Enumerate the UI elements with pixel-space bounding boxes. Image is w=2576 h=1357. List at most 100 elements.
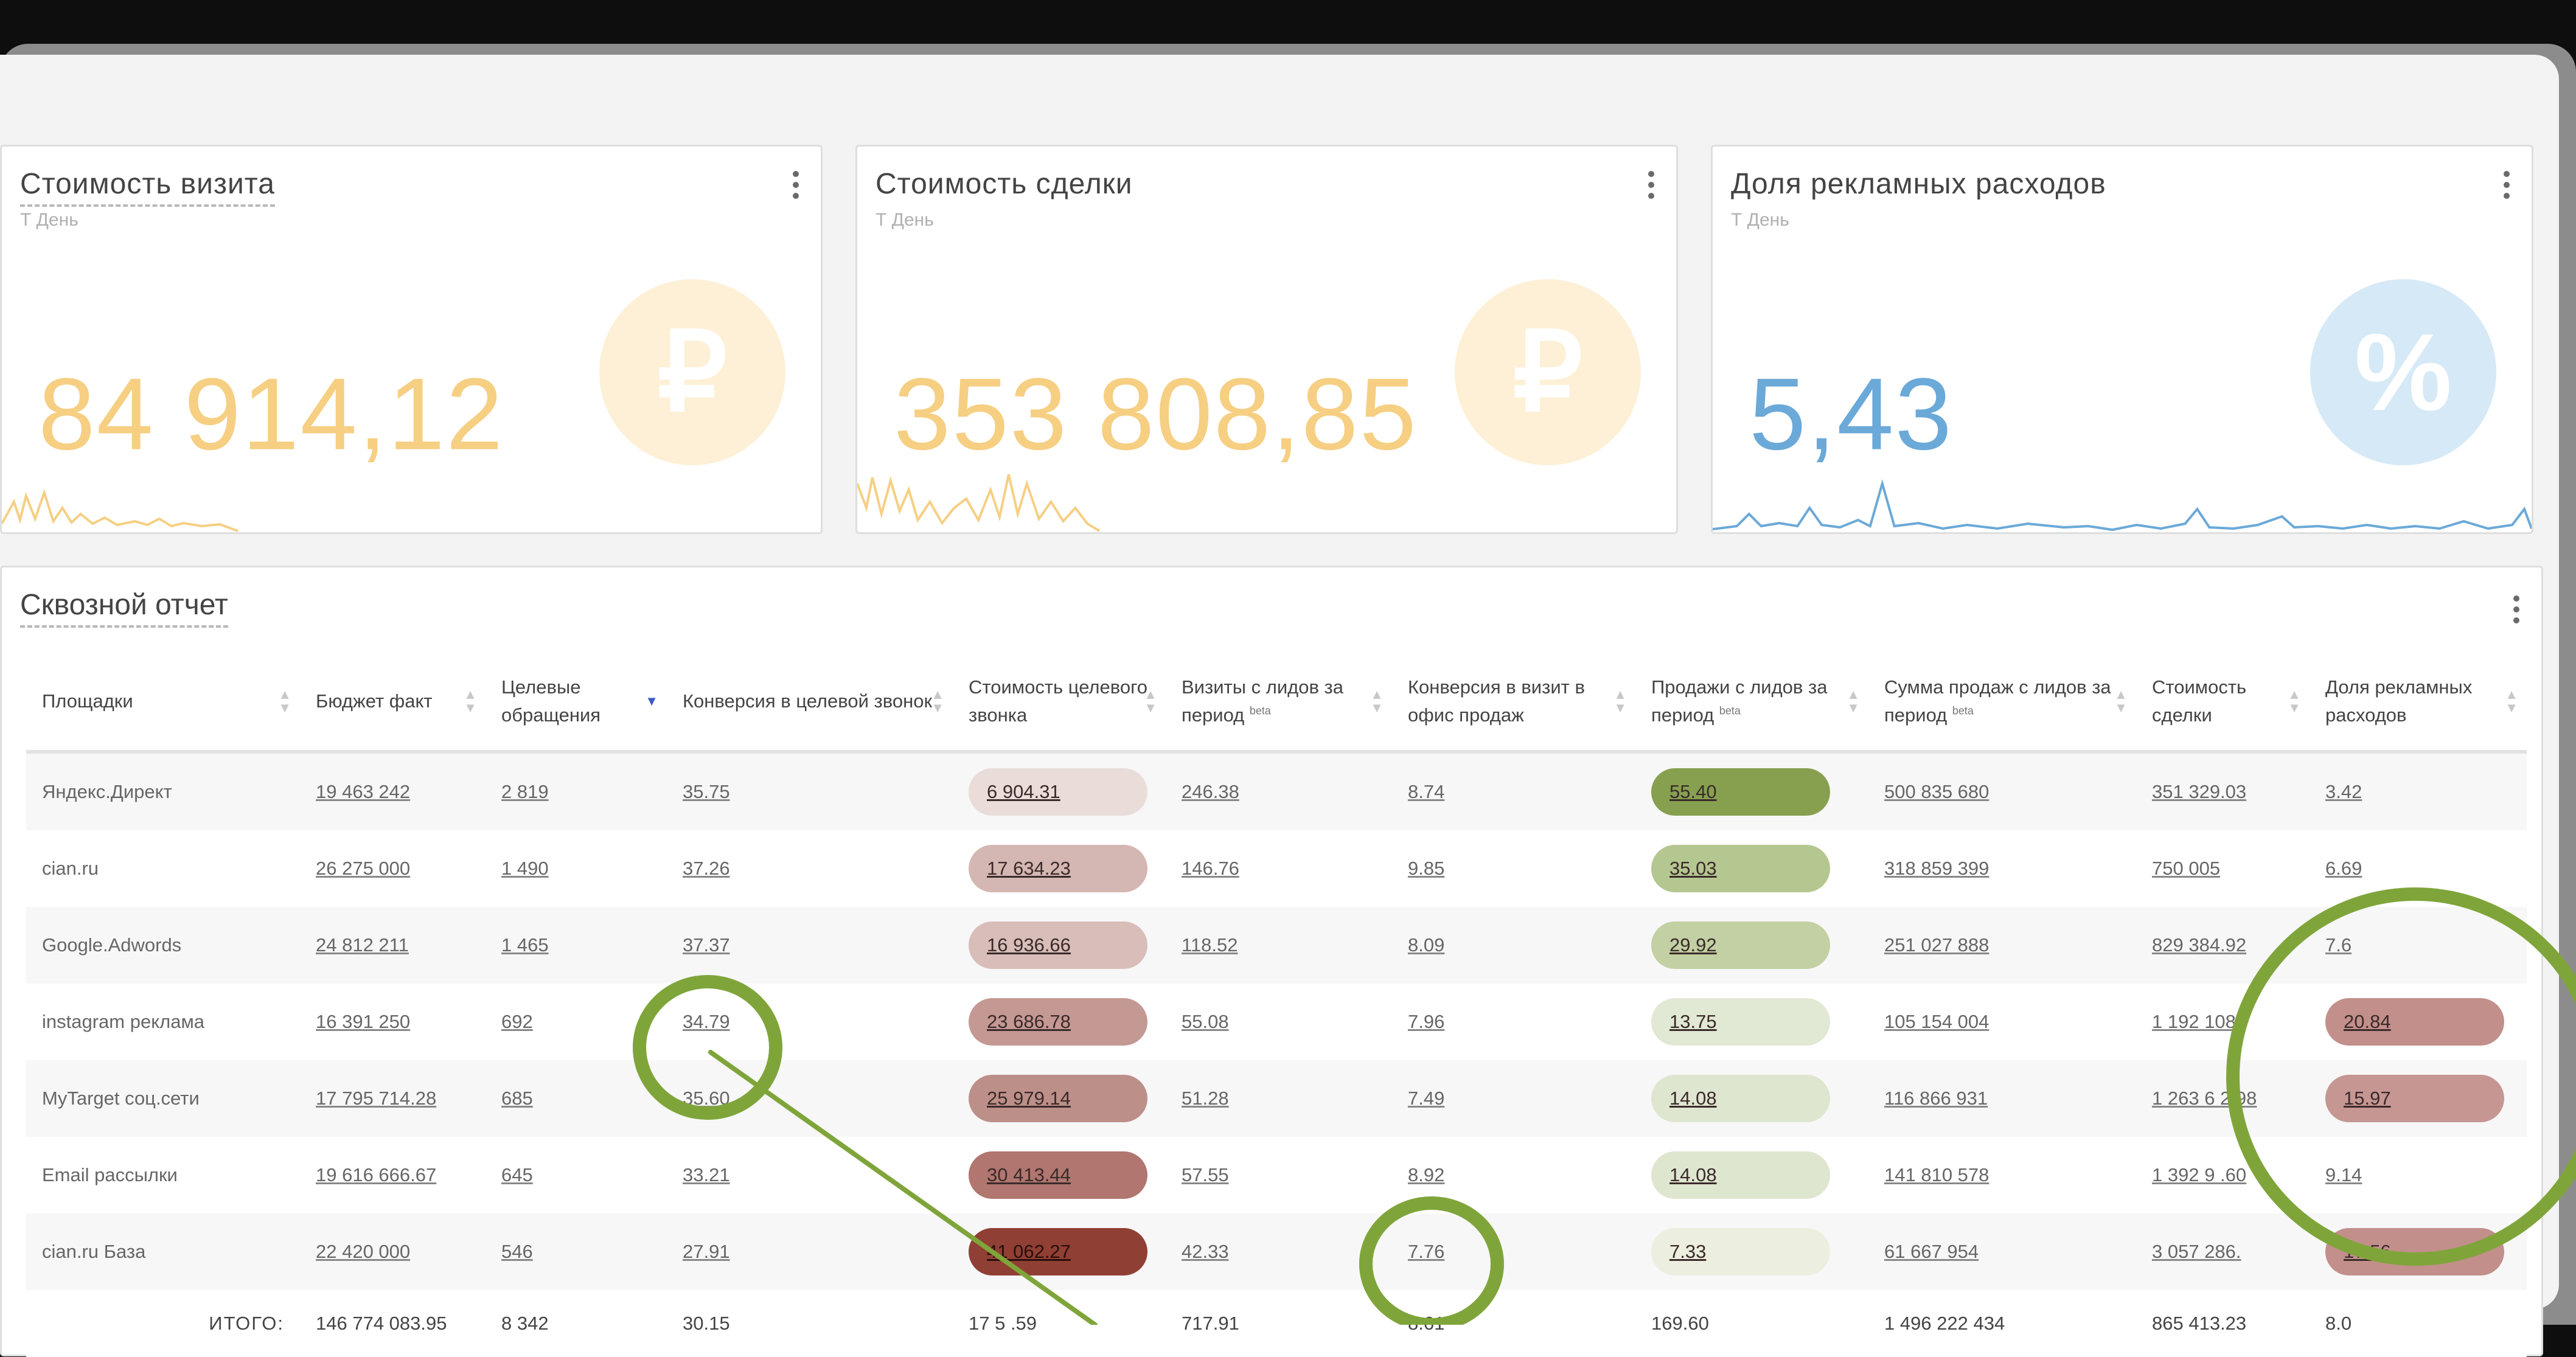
heat-pill[interactable]: 13.75 <box>1651 998 1830 1046</box>
card-title[interactable]: Доля рекламных расходов <box>1731 167 2106 201</box>
cell-sales[interactable]: 7.33 <box>1635 1213 1868 1290</box>
cell-revenue[interactable]: 105 154 004 <box>1868 984 2136 1060</box>
card-menu-icon[interactable] <box>793 171 799 199</box>
cell-sales[interactable]: 13.75 <box>1635 984 1868 1060</box>
heat-pill[interactable]: 29.92 <box>1651 921 1830 969</box>
cell-budget[interactable]: 16 391 250 <box>300 984 486 1060</box>
cell-conv-call[interactable]: 33.21 <box>667 1137 953 1213</box>
period-filter[interactable]: Т День <box>875 210 934 231</box>
cell-conv-call[interactable]: 37.37 <box>667 907 953 984</box>
cell-leads[interactable]: 645 <box>486 1137 667 1213</box>
heat-pill[interactable]: 14.08 <box>1651 1075 1830 1122</box>
cell-revenue[interactable]: 318 859 399 <box>1868 830 2136 907</box>
cell-revenue[interactable]: 251 027 888 <box>1868 907 2136 984</box>
column-header[interactable]: Продажи с лидов за период beta ▲ ▼ <box>1635 653 1868 754</box>
cell-deal-cost[interactable]: 829 384.92 <box>2136 907 2310 984</box>
report-menu-icon[interactable] <box>2513 595 2519 623</box>
table-row[interactable]: cian.ru База 22 420 000 546 27.91 41 062.27 4… <box>26 1213 2527 1290</box>
cell-conv-visit[interactable]: 7.96 <box>1392 984 1635 1060</box>
column-header[interactable]: Сумма продаж с лидов за период beta ▲ ▼ <box>1868 653 2136 754</box>
heat-pill[interactable]: 15.97 <box>2325 1075 2504 1122</box>
table-row[interactable]: Email рассылки 19 616 666.67 645 33.21 30 41… <box>26 1137 2527 1213</box>
cell-revenue[interactable]: 61 667 954 <box>1868 1213 2136 1290</box>
cell-deal-cost[interactable]: 1 263 6 2.98 <box>2136 1060 2310 1137</box>
cell-conv-call[interactable]: 27.91 <box>667 1213 953 1290</box>
cell-visits[interactable]: 246.38 <box>1166 752 1392 830</box>
cell-visits[interactable]: 57.55 <box>1166 1137 1392 1213</box>
cell-visits[interactable]: 146.76 <box>1166 830 1392 907</box>
cell-conv-visit[interactable]: 8.09 <box>1392 907 1635 984</box>
cell-visits[interactable]: 55.08 <box>1166 984 1392 1060</box>
cell-ad-share[interactable]: 3.42 <box>2310 752 2527 830</box>
cell-leads[interactable]: 685 <box>486 1060 667 1137</box>
cell-conv-call[interactable]: 37.26 <box>667 830 953 907</box>
cell-leads[interactable]: 1 490 <box>486 830 667 907</box>
column-header[interactable]: Площадки ▲ ▼ <box>26 653 300 754</box>
cell-ad-share[interactable]: 6.69 <box>2310 830 2527 907</box>
cell-conv-visit[interactable]: 7.76 <box>1392 1213 1635 1290</box>
heat-pill[interactable]: 25 979.14 <box>969 1075 1147 1122</box>
cell-visits[interactable]: 118.52 <box>1166 907 1392 984</box>
cell-sales[interactable]: 14.08 <box>1635 1137 1868 1213</box>
heat-pill[interactable]: 16 936.66 <box>969 921 1147 969</box>
card-menu-icon[interactable] <box>2504 171 2510 199</box>
cell-revenue[interactable]: 500 835 680 <box>1868 752 2136 830</box>
period-filter[interactable]: Т День <box>20 210 78 231</box>
cell-budget[interactable]: 24 812 211 <box>300 907 486 984</box>
column-header[interactable]: Конверсия в целевой звонок ▲ ▼ <box>667 653 953 754</box>
cell-call-cost[interactable]: 41 062.27 <box>953 1213 1166 1290</box>
heat-pill[interactable]: 30 413.44 <box>969 1151 1147 1199</box>
cell-conv-call[interactable]: 34.79 <box>667 984 953 1060</box>
cell-sales[interactable]: 29.92 <box>1635 907 1868 984</box>
heat-pill[interactable]: 17.56 <box>2325 1228 2504 1275</box>
column-header[interactable]: Целевые обращения ▼ <box>486 653 667 754</box>
cell-ad-share[interactable]: 17.56 <box>2310 1213 2527 1290</box>
cell-budget[interactable]: 22 420 000 <box>300 1213 486 1290</box>
table-row[interactable]: Яндекс.Директ 19 463 242 2 819 35.75 6 904.3… <box>26 752 2527 830</box>
report-title[interactable]: Сквозной отчет <box>20 588 228 628</box>
cell-revenue[interactable]: 141 810 578 <box>1868 1137 2136 1213</box>
cell-budget[interactable]: 17 795 714.28 <box>300 1060 486 1137</box>
cell-deal-cost[interactable]: 3 057 286. <box>2136 1213 2310 1290</box>
cell-ad-share[interactable]: 7.6 <box>2310 907 2527 984</box>
cell-deal-cost[interactable]: 1 192 108. <box>2136 984 2310 1060</box>
cell-ad-share[interactable]: 20.84 <box>2310 984 2527 1060</box>
cell-visits[interactable]: 42.33 <box>1166 1213 1392 1290</box>
table-row[interactable]: MyTarget соц.сети 17 795 714.28 685 35.60 25… <box>26 1060 2527 1137</box>
cell-budget[interactable]: 26 275 000 <box>300 830 486 907</box>
card-title[interactable]: Стоимость сделки <box>875 167 1133 201</box>
column-header[interactable]: Бюджет факт ▲ ▼ <box>300 653 486 754</box>
cell-sales[interactable]: 55.40 <box>1635 752 1868 830</box>
cell-conv-visit[interactable]: 7.49 <box>1392 1060 1635 1137</box>
cell-call-cost[interactable]: 6 904.31 <box>953 752 1166 830</box>
cell-ad-share[interactable]: 9.14 <box>2310 1137 2527 1213</box>
heat-pill[interactable]: 41 062.27 <box>969 1228 1147 1275</box>
card-title[interactable]: Стоимость визита <box>20 167 275 207</box>
cell-call-cost[interactable]: 17 634.23 <box>953 830 1166 907</box>
heat-pill[interactable]: 17 634.23 <box>969 845 1147 892</box>
heat-pill[interactable]: 14.08 <box>1651 1151 1830 1199</box>
cell-budget[interactable]: 19 616 666.67 <box>300 1137 486 1213</box>
cell-conv-visit[interactable]: 9.85 <box>1392 830 1635 907</box>
table-row[interactable]: instagram реклама 16 391 250 692 34.79 23 68… <box>26 984 2527 1060</box>
cell-ad-share[interactable]: 15.97 <box>2310 1060 2527 1137</box>
cell-deal-cost[interactable]: 351 329.03 <box>2136 752 2310 830</box>
cell-leads[interactable]: 546 <box>486 1213 667 1290</box>
cell-budget[interactable]: 19 463 242 <box>300 752 486 830</box>
heat-pill[interactable]: 23 686.78 <box>969 998 1147 1046</box>
cell-conv-visit[interactable]: 8.92 <box>1392 1137 1635 1213</box>
cell-conv-call[interactable]: 35.60 <box>667 1060 953 1137</box>
column-header[interactable]: Стоимость целевого звонка ▲ ▼ <box>953 653 1166 754</box>
cell-call-cost[interactable]: 30 413.44 <box>953 1137 1166 1213</box>
cell-conv-visit[interactable]: 8.74 <box>1392 752 1635 830</box>
column-header[interactable]: Доля рекламных расходов ▲ ▼ <box>2310 653 2527 754</box>
column-header[interactable]: Конверсия в визит в офис продаж ▲ ▼ <box>1392 653 1635 754</box>
heat-pill[interactable]: 55.40 <box>1651 768 1830 816</box>
cell-revenue[interactable]: 116 866 931 <box>1868 1060 2136 1137</box>
cell-call-cost[interactable]: 25 979.14 <box>953 1060 1166 1137</box>
cell-leads[interactable]: 692 <box>486 984 667 1060</box>
cell-sales[interactable]: 35.03 <box>1635 830 1868 907</box>
cell-deal-cost[interactable]: 1 392 9 .60 <box>2136 1137 2310 1213</box>
cell-conv-call[interactable]: 35.75 <box>667 752 953 830</box>
cell-call-cost[interactable]: 16 936.66 <box>953 907 1166 984</box>
